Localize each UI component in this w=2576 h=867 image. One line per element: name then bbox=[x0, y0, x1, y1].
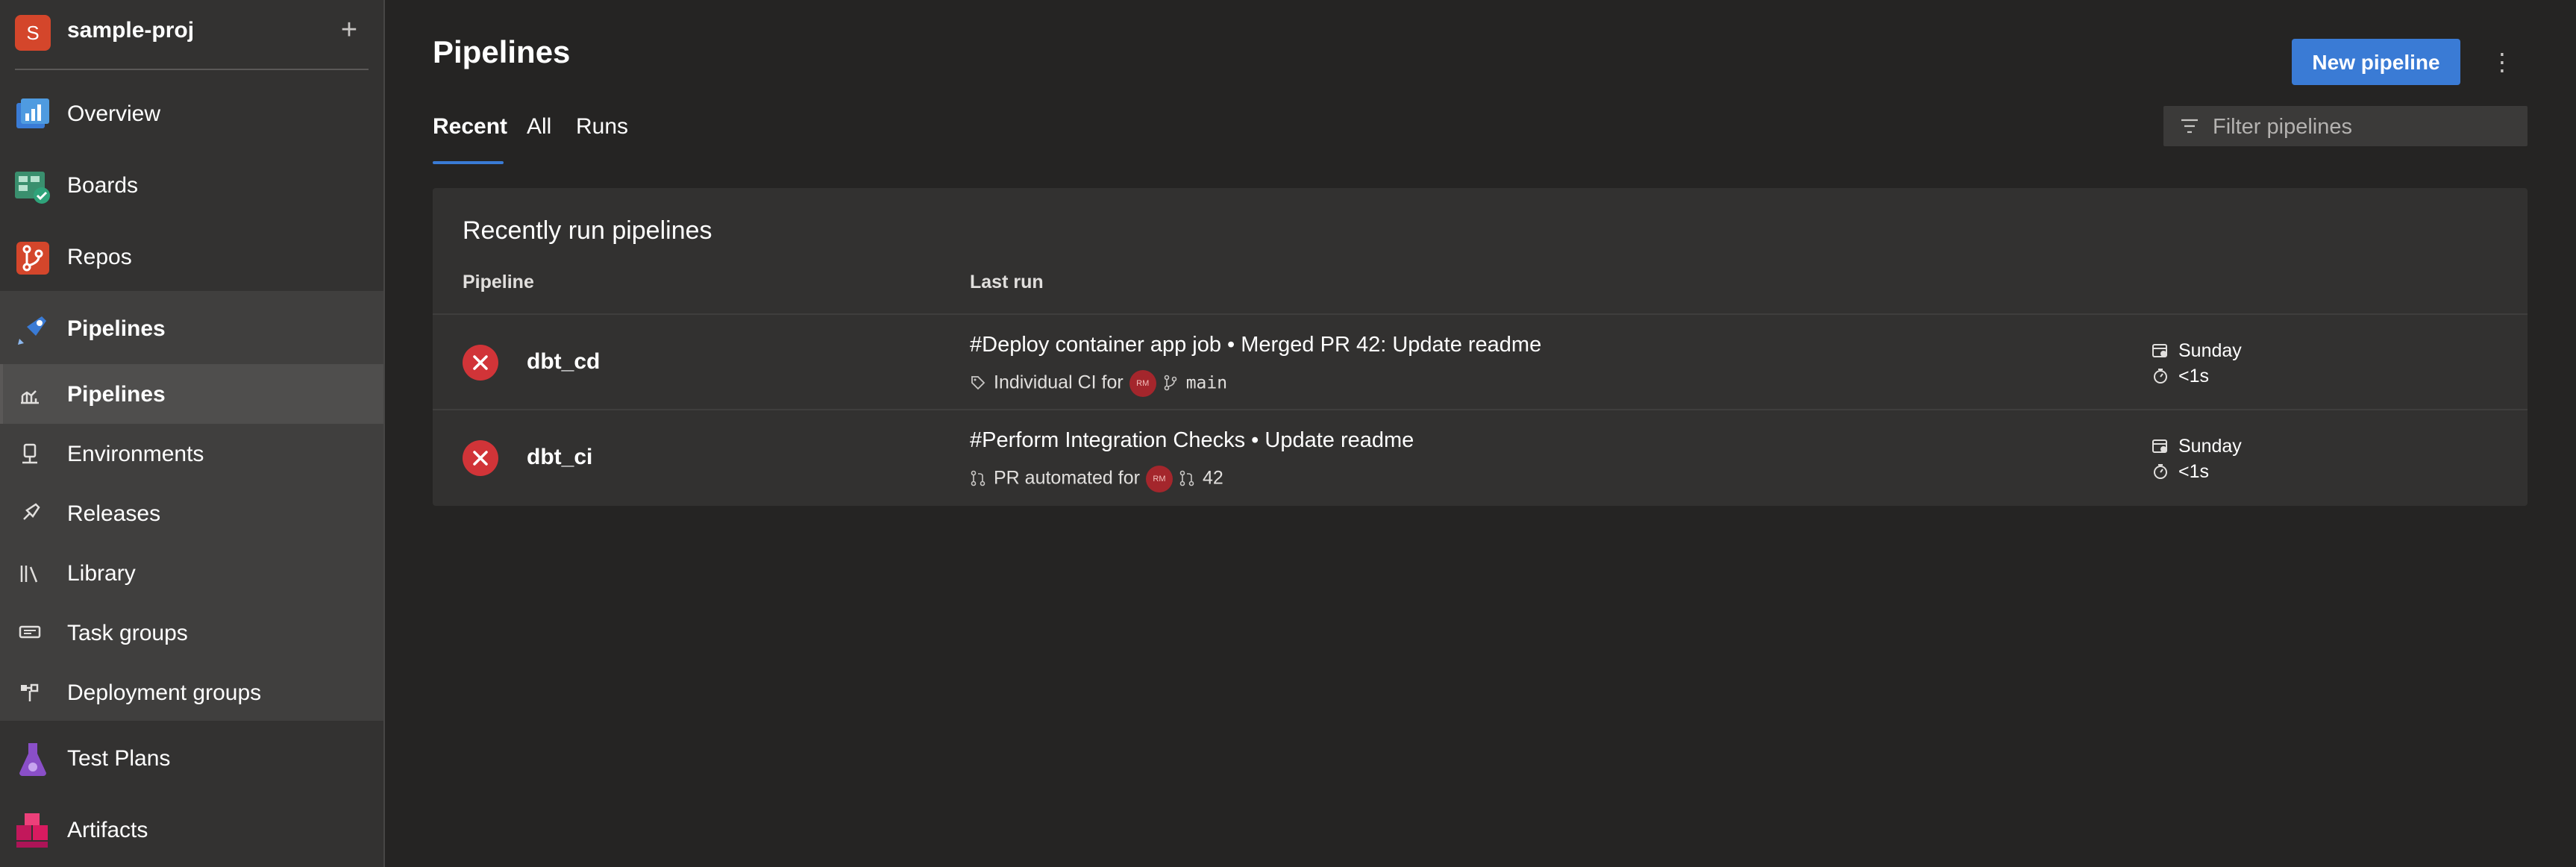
failed-status-icon bbox=[463, 440, 498, 476]
run-date: Sunday bbox=[2178, 340, 2242, 361]
failed-status-icon bbox=[463, 345, 498, 381]
tab-label: Runs bbox=[576, 114, 629, 139]
sidebar: S sample-proj + Overview Boards Repos Pi… bbox=[0, 0, 385, 867]
project-avatar[interactable]: S bbox=[15, 15, 51, 51]
sidebar-subitem-label: Task groups bbox=[67, 621, 188, 645]
sidebar-subitem-label: Environments bbox=[67, 442, 204, 466]
avatar: RM bbox=[1145, 466, 1173, 492]
sidebar-item-repos[interactable]: Repos bbox=[0, 221, 383, 292]
card-title: Recently run pipelines bbox=[463, 216, 712, 245]
page-title: Pipelines bbox=[433, 34, 571, 69]
repos-icon bbox=[16, 242, 49, 275]
more-actions-button[interactable]: ⋮ bbox=[2487, 42, 2517, 82]
run-meta: Individual CI for RM main bbox=[970, 370, 1227, 397]
sidebar-divider bbox=[15, 69, 369, 70]
sidebar-item-pipelines[interactable]: Pipelines bbox=[0, 292, 383, 364]
run-duration: <1s bbox=[2178, 461, 2210, 482]
trigger-text: Individual CI for bbox=[994, 372, 1124, 393]
sidebar-item-label: Repos bbox=[67, 245, 132, 269]
test-plans-icon bbox=[19, 743, 46, 776]
sidebar-item-test-plans[interactable]: Test Plans bbox=[0, 722, 383, 794]
sidebar-subitem-releases[interactable]: Releases bbox=[0, 483, 383, 543]
pipeline-name[interactable]: dbt_ci bbox=[527, 445, 592, 470]
project-header[interactable]: S sample-proj + bbox=[0, 0, 383, 67]
sidebar-subitem-label: Pipelines bbox=[67, 382, 166, 407]
run-date: Sunday bbox=[2178, 436, 2242, 457]
table-row[interactable]: dbt_ci #Perform Integration Checks • Upd… bbox=[433, 409, 2528, 506]
tag-icon bbox=[971, 375, 985, 389]
sidebar-subitem-label: Deployment groups bbox=[67, 680, 262, 705]
calendar-icon bbox=[2152, 439, 2167, 453]
filter-icon bbox=[2181, 119, 2198, 134]
sidebar-item-label: Overview bbox=[67, 101, 161, 126]
run-title[interactable]: #Deploy container app job • Merged PR 42… bbox=[970, 333, 1541, 357]
branch-icon bbox=[1164, 375, 1177, 390]
branch-name[interactable]: main bbox=[1186, 374, 1227, 393]
pipelines-icon bbox=[18, 316, 46, 345]
active-tab-indicator bbox=[433, 161, 504, 164]
sidebar-item-label: Pipelines bbox=[67, 316, 166, 341]
sidebar-subitem-label: Releases bbox=[67, 501, 161, 526]
clock-icon bbox=[2154, 464, 2167, 479]
run-meta: PR automated for RM 42 bbox=[970, 466, 1223, 492]
pipelines-sub-icon bbox=[21, 390, 39, 404]
column-header-last-run: Last run bbox=[970, 272, 1044, 292]
tab-runs[interactable]: Runs bbox=[576, 112, 628, 164]
clock-icon bbox=[2154, 369, 2167, 384]
trigger-text: PR automated for bbox=[994, 467, 1140, 489]
run-duration: <1s bbox=[2178, 366, 2210, 386]
sidebar-subitem-pipelines[interactable]: Pipelines bbox=[0, 364, 383, 424]
sidebar-subitem-deployment-groups[interactable]: Deployment groups bbox=[0, 663, 383, 722]
filter-input[interactable] bbox=[2211, 112, 2513, 142]
task-groups-icon bbox=[19, 625, 41, 639]
sidebar-item-artifacts[interactable]: Artifacts bbox=[0, 794, 383, 866]
pull-request-icon bbox=[1179, 470, 1194, 486]
sidebar-item-label: Test Plans bbox=[67, 746, 171, 771]
add-project-button[interactable]: + bbox=[334, 13, 364, 48]
column-header-pipeline: Pipeline bbox=[463, 272, 534, 292]
tab-all[interactable]: All bbox=[527, 112, 551, 164]
tab-recent[interactable]: Recent bbox=[433, 112, 508, 164]
deployment-groups-icon bbox=[21, 683, 39, 701]
sidebar-subitem-label: Library bbox=[67, 561, 136, 586]
releases-icon bbox=[23, 503, 40, 520]
table-row[interactable]: dbt_cd #Deploy container app job • Merge… bbox=[433, 313, 2528, 410]
pipeline-name[interactable]: dbt_cd bbox=[527, 349, 600, 375]
boards-icon bbox=[15, 172, 50, 204]
app-root: S sample-proj + Overview Boards Repos Pi… bbox=[0, 0, 2576, 867]
new-pipeline-button[interactable]: New pipeline bbox=[2292, 39, 2460, 85]
filter-box[interactable] bbox=[2163, 106, 2528, 146]
run-title[interactable]: #Perform Integration Checks • Update rea… bbox=[970, 428, 1414, 453]
main-content: Pipelines New pipeline ⋮ Recent All Runs… bbox=[385, 0, 2576, 867]
sidebar-item-label: Boards bbox=[67, 173, 139, 198]
artifacts-icon bbox=[16, 813, 48, 848]
sidebar-subitem-task-groups[interactable]: Task groups bbox=[0, 603, 383, 663]
calendar-icon bbox=[2152, 344, 2167, 357]
project-name[interactable]: sample-proj bbox=[67, 18, 194, 43]
avatar: RM bbox=[1129, 370, 1156, 397]
tab-label: Recent bbox=[433, 114, 508, 139]
sidebar-item-label: Artifacts bbox=[67, 818, 148, 842]
environments-icon bbox=[22, 443, 37, 464]
overview-icon bbox=[16, 98, 49, 128]
library-icon bbox=[20, 566, 38, 583]
pull-request-number[interactable]: 42 bbox=[1203, 468, 1223, 489]
sidebar-item-overview[interactable]: Overview bbox=[0, 78, 383, 149]
sidebar-item-boards[interactable]: Boards bbox=[0, 149, 383, 221]
recent-pipelines-card: Recently run pipelines Pipeline Last run… bbox=[433, 188, 2528, 506]
sidebar-subitem-library[interactable]: Library bbox=[0, 543, 383, 603]
tab-label: All bbox=[527, 114, 552, 139]
sidebar-subitem-environments[interactable]: Environments bbox=[0, 424, 383, 483]
pull-request-icon bbox=[971, 470, 985, 486]
